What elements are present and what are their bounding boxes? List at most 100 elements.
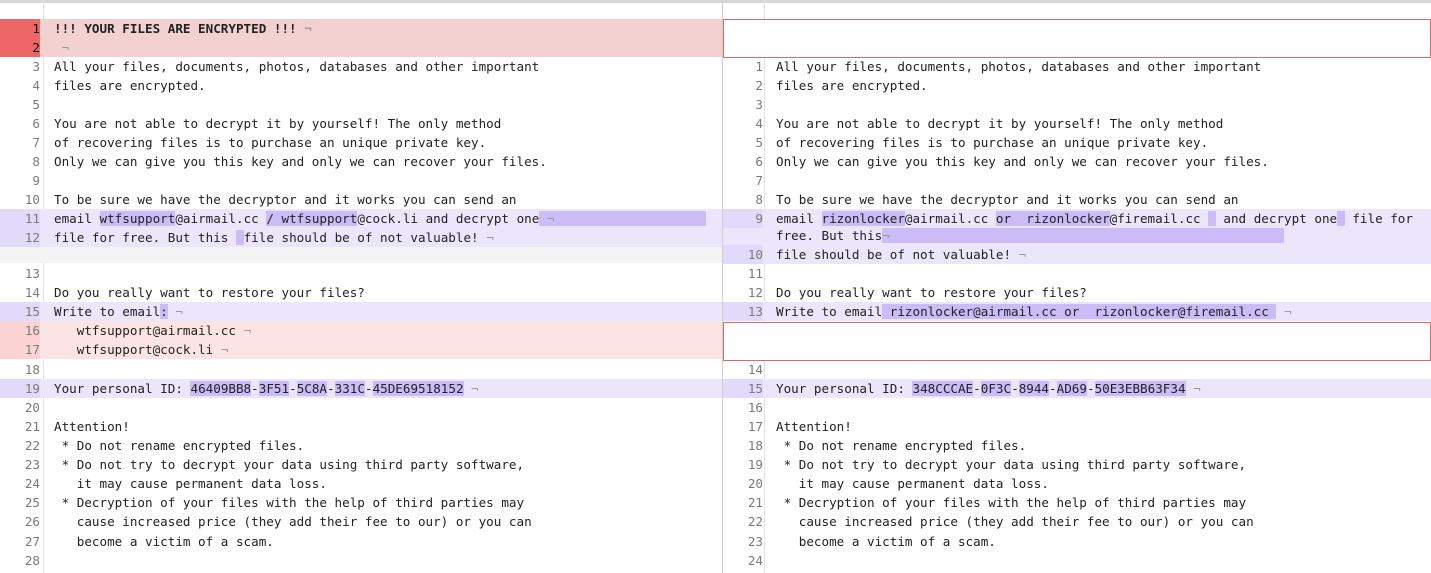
diff-line: 18 * Do not rename encrypted files. — [723, 436, 1431, 455]
line-text: * Do not try to decrypt your data using … — [54, 457, 525, 472]
diff-line: 23 become a victim of a scam. — [723, 532, 1431, 551]
line-text: wtfsupport@airmail.cc ¬ — [54, 323, 252, 338]
diff-line: 24 it may cause permanent data loss. — [0, 474, 722, 493]
line-text: Write to email rizonlocker@airmail.cc or… — [776, 304, 1292, 319]
line-number: 10 — [723, 245, 763, 264]
line-number: 21 — [24, 419, 40, 434]
line-number: 27 — [24, 534, 40, 549]
pilcrow-icon: ¬ — [1193, 381, 1201, 396]
line-number: 15 — [0, 302, 40, 321]
diff-line: 19 * Do not try to decrypt your data usi… — [723, 455, 1431, 474]
line-text: All your files, documents, photos, datab… — [54, 59, 540, 74]
diff-line: 3 — [723, 95, 1431, 114]
diff-line: 12 Do you really want to restore your fil… — [723, 283, 1431, 302]
line-number: 11 — [747, 266, 763, 281]
line-text: * Do not rename encrypted files. — [776, 438, 1027, 453]
line-number: 7 — [755, 173, 763, 188]
line-number: 24 — [24, 476, 40, 491]
line-number: 6 — [755, 154, 763, 169]
diff-line: 28 — [0, 551, 722, 570]
line-number: 12 — [0, 228, 40, 247]
diff-line: 10 To be sure we have the decryptor and i… — [0, 190, 722, 209]
diff-line: 3 All your files, documents, photos, data… — [0, 57, 722, 76]
line-text: Write to email: ¬ — [54, 304, 183, 319]
line-text: !!! YOUR FILES ARE ENCRYPTED !!! ¬ — [54, 21, 312, 36]
diff-line: 20 — [0, 398, 722, 417]
diff-line-changed: 12 file for free. But this file should be… — [0, 228, 722, 247]
line-text: * Decryption of your files with the help… — [776, 495, 1247, 510]
line-text: You are not able to decrypt it by yourse… — [54, 116, 502, 131]
diff-gap — [0, 247, 722, 263]
line-text: file should be of not valuable! ¬ — [776, 247, 1027, 262]
diff-line: 1 All your files, documents, photos, data… — [723, 57, 1431, 76]
line-number: 28 — [24, 553, 40, 568]
line-text: of recovering files is to purchase an un… — [54, 135, 487, 150]
pilcrow-icon: ¬ — [243, 323, 252, 338]
diff-line: 25 * Decryption of your files with the h… — [0, 493, 722, 512]
diff-line: 14 Do you really want to restore your fil… — [0, 283, 722, 302]
line-number: 24 — [747, 553, 763, 568]
line-number: 19 — [747, 457, 763, 472]
line-text: Your personal ID: 348CCCAE-0F3C-8944-AD6… — [776, 381, 1201, 396]
diff-line: 5 — [0, 95, 722, 114]
line-number: 20 — [24, 400, 40, 415]
diff-line: 8 Only we can give you this key and only … — [0, 152, 722, 171]
line-text: * Do not rename encrypted files. — [54, 438, 305, 453]
line-number: 11 — [0, 209, 40, 228]
line-text: cause increased price (they add their fe… — [54, 514, 532, 529]
line-number: 2 — [755, 78, 763, 93]
line-text: To be sure we have the decryptor and it … — [776, 192, 1239, 207]
line-number: 14 — [747, 362, 763, 377]
diff-line-deleted: 2 ¬ — [0, 38, 722, 57]
line-number: 3 — [32, 59, 40, 74]
line-number: 9 — [32, 173, 40, 188]
line-number: 5 — [32, 97, 40, 112]
line-number: 22 — [747, 514, 763, 529]
line-text: To be sure we have the decryptor and it … — [54, 192, 517, 207]
line-text: become a victim of a scam. — [776, 534, 996, 549]
line-number: 25 — [24, 495, 40, 510]
line-number: 23 — [747, 534, 763, 549]
line-text: files are encrypted. — [776, 78, 928, 93]
diff-line: 21 Attention! — [0, 417, 722, 436]
line-number: 13 — [24, 266, 40, 281]
diff-line: 4 files are encrypted. — [0, 76, 722, 95]
line-number: 18 — [24, 362, 40, 377]
diff-line: 16 — [723, 398, 1431, 417]
line-number: 16 — [0, 321, 40, 340]
line-number: 12 — [747, 285, 763, 300]
line-number: 21 — [747, 495, 763, 510]
diff-line-changed: 11 email wtfsupport@airmail.cc / wtfsuppo… — [0, 209, 722, 228]
diff-line: 7 of recovering files is to purchase an u… — [0, 133, 722, 152]
diff-line: 20 it may cause permanent data loss. — [723, 474, 1431, 493]
line-number: 1 — [755, 59, 763, 74]
line-text: email wtfsupport@airmail.cc / wtfsupport… — [54, 209, 707, 228]
line-text: All your files, documents, photos, datab… — [776, 59, 1262, 74]
line-text: You are not able to decrypt it by yourse… — [776, 116, 1224, 131]
line-text: email rizonlocker@airmail.cc or rizonloc… — [776, 211, 1413, 243]
diff-line-changed: 19 Your personal ID: 46409BB8-3F51-5C8A-3… — [0, 379, 722, 398]
diff-line: 22 cause increased price (they add their… — [723, 512, 1431, 531]
diff-line-deleted: 17 wtfsupport@cock.li ¬ — [0, 340, 722, 359]
line-text: * Do not try to decrypt your data using … — [776, 457, 1247, 472]
diff-line: 22 * Do not rename encrypted files. — [0, 436, 722, 455]
pilcrow-icon: ¬ — [220, 342, 229, 357]
line-text: files are encrypted. — [54, 78, 206, 93]
line-number: 2 — [0, 38, 40, 57]
line-number: 6 — [32, 116, 40, 131]
line-number: 17 — [0, 340, 40, 359]
line-text: Only we can give you this key and only w… — [54, 154, 547, 169]
line-text: ¬ — [54, 38, 70, 57]
line-number: 18 — [747, 438, 763, 453]
diff-line: 14 — [723, 360, 1431, 379]
line-text: wtfsupport@cock.li ¬ — [54, 342, 229, 357]
line-number: 19 — [0, 379, 40, 398]
right-pane[interactable]: 1 All your files, documents, photos, data… — [723, 0, 1431, 573]
left-pane[interactable]: 1!!! YOUR FILES ARE ENCRYPTED !!! ¬ 2 ¬ … — [0, 0, 722, 573]
line-number: 1 — [0, 19, 40, 38]
diff-line: 18 — [0, 360, 722, 379]
line-number: 13 — [723, 302, 763, 321]
line-text: Your personal ID: 46409BB8-3F51-5C8A-331… — [54, 381, 479, 396]
diff-line: 9 — [0, 171, 722, 190]
diff-line: 8 To be sure we have the decryptor and it… — [723, 190, 1431, 209]
